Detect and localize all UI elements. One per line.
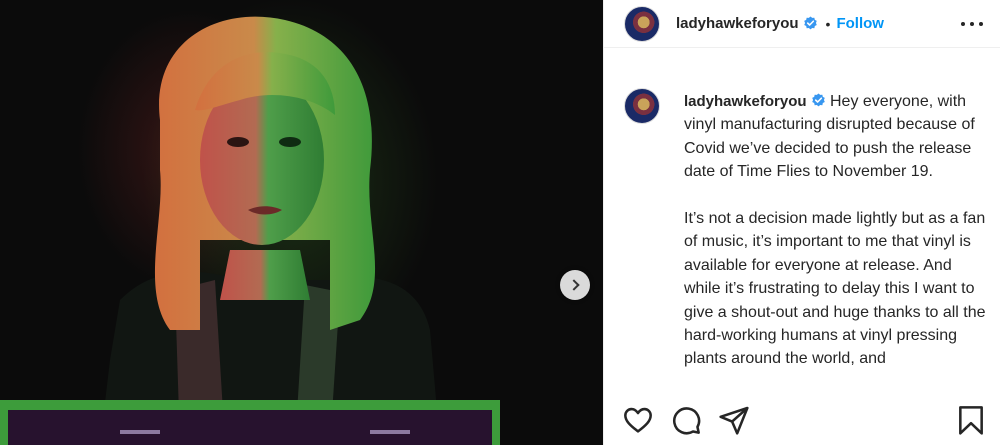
next-photo-button[interactable] — [560, 270, 590, 300]
heart-icon[interactable] — [622, 404, 654, 436]
more-options-icon[interactable] — [961, 14, 983, 34]
paper-plane-icon[interactable] — [718, 404, 750, 436]
follow-button[interactable]: Follow — [836, 15, 884, 32]
caption-body-2: It’s not a decision made lightly but as … — [684, 210, 986, 368]
more-dot — [979, 22, 983, 26]
post-photo[interactable] — [0, 0, 603, 445]
action-bar — [604, 398, 1000, 445]
more-dot — [970, 22, 974, 26]
caption-paragraph: It’s not a decision made lightly but as … — [684, 207, 989, 371]
avatar[interactable] — [624, 5, 660, 42]
verified-badge-icon — [811, 93, 825, 107]
header-username[interactable]: ladyhawkeforyou — [676, 15, 799, 32]
caption-avatar[interactable] — [624, 88, 660, 124]
caption-username[interactable]: ladyhawkeforyou — [684, 93, 807, 110]
chevron-right-icon — [567, 279, 580, 291]
bookmark-icon[interactable] — [955, 404, 987, 436]
post-side-panel: ladyhawkeforyou • Follow ladyhawkeforyou… — [603, 0, 1000, 445]
caption-paragraph: ladyhawkeforyou Hey everyone, with vinyl… — [684, 90, 989, 184]
comment-icon[interactable] — [670, 404, 702, 436]
post-header: ladyhawkeforyou • Follow — [604, 0, 1000, 48]
caption-text: ladyhawkeforyou Hey everyone, with vinyl… — [684, 90, 989, 371]
verified-badge-icon — [803, 16, 817, 30]
caption-area: ladyhawkeforyou Hey everyone, with vinyl… — [604, 48, 1000, 388]
photo-illustration — [0, 16, 500, 445]
separator-dot: • — [825, 15, 831, 32]
more-dot — [961, 22, 965, 26]
